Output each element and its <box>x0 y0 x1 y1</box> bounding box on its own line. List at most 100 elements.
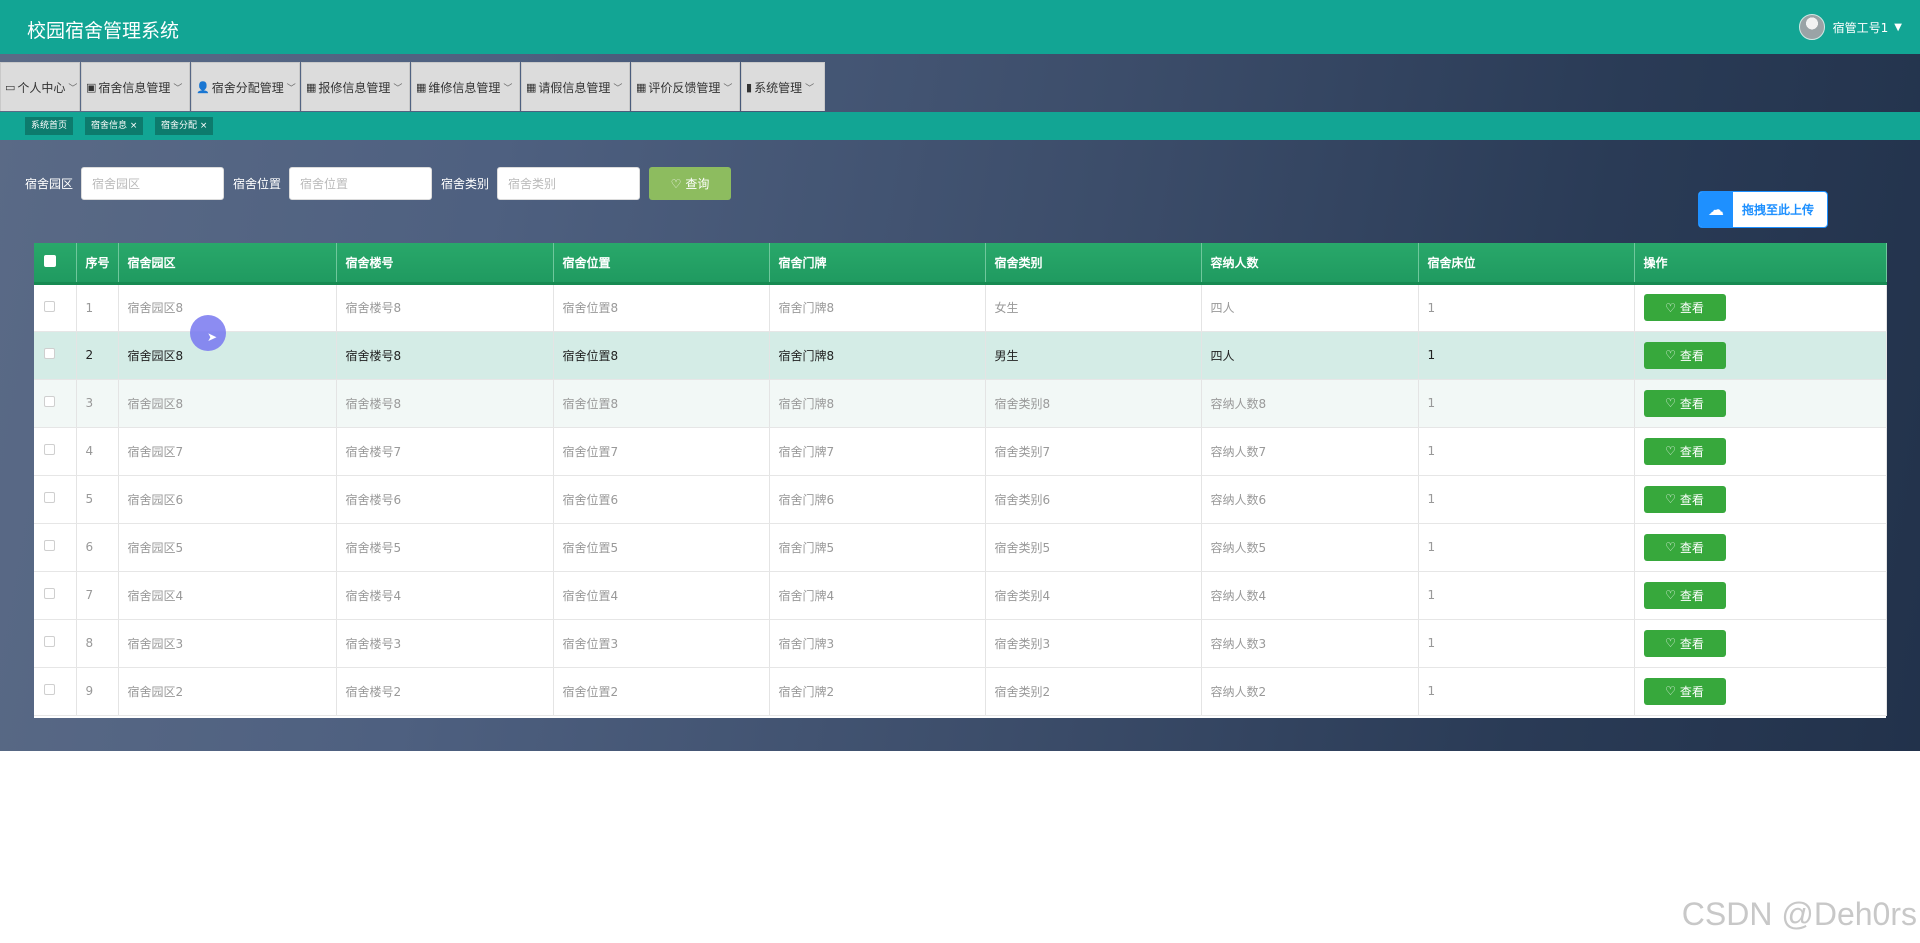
table-cell: 宿舍类别4 <box>985 571 1202 620</box>
table-cell: 宿舍位置7 <box>553 427 770 476</box>
search-button[interactable]: ♡ 查询 <box>649 167 732 200</box>
row-select-cell[interactable] <box>34 523 77 572</box>
table-cell: 宿舍楼号2 <box>336 667 554 716</box>
tab-strip: 系统首页 宿舍信息 × 宿舍分配 × <box>0 112 1920 140</box>
table-cell: 3 <box>76 379 119 428</box>
action-cell: ♡ 查看 <box>1634 283 1887 332</box>
table-cell: 容纳人数7 <box>1201 427 1419 476</box>
row-select-cell[interactable] <box>34 379 77 428</box>
column-header: 宿舍楼号 <box>336 243 554 285</box>
menu-item[interactable]: 👤 宿舍分配管理 ﹀ <box>191 62 300 111</box>
table-row[interactable]: 9 宿舍园区2 宿舍楼号2 宿舍位置2 宿舍门牌2 宿舍类别2 容纳人数2 1 ♡ 查看 <box>34 667 1887 716</box>
menu-item[interactable]: ▭ 个人中心 ﹀ <box>0 62 80 111</box>
type-search-input[interactable] <box>497 167 641 200</box>
menu-item[interactable]: ▦ 维修信息管理 ﹀ <box>411 62 520 111</box>
table-cell: 宿舍园区4 <box>118 571 337 620</box>
table-row[interactable]: 2 宿舍园区8 宿舍楼号8 宿舍位置8 宿舍门牌8 男生 四人 1 ♡ 查看 <box>34 331 1887 380</box>
table-cell: 4 <box>76 427 119 476</box>
view-button-label: 查看 <box>1679 444 1704 459</box>
heart-icon: ♡ <box>1665 636 1676 650</box>
row-checkbox[interactable] <box>44 348 55 359</box>
row-select-cell[interactable] <box>34 571 77 620</box>
view-button-label: 查看 <box>1679 540 1704 555</box>
table-cell: 宿舍门牌5 <box>769 523 986 572</box>
tab-home[interactable]: 系统首页 <box>25 117 74 135</box>
table-row[interactable]: 1 宿舍园区8 宿舍楼号8 宿舍位置8 宿舍门牌8 女生 四人 1 ♡ 查看 <box>34 283 1887 332</box>
table-cell: 宿舍楼号7 <box>336 427 554 476</box>
location-search-input[interactable] <box>289 167 433 200</box>
row-checkbox[interactable] <box>44 396 55 407</box>
table-cell: 容纳人数8 <box>1201 379 1419 428</box>
table-cell: 男生 <box>985 331 1202 380</box>
upload-dropzone[interactable]: ☁ 拖拽至此上传 <box>1698 191 1828 228</box>
view-button[interactable]: ♡ 查看 <box>1643 629 1726 657</box>
user-name[interactable]: 宿管工号1 <box>1833 19 1889 36</box>
tab-dorm-assign[interactable]: 宿舍分配 × <box>155 117 214 135</box>
row-select-cell[interactable] <box>34 619 77 668</box>
table-cell: 宿舍园区8 <box>118 379 337 428</box>
menu-item-label: 请假信息管理 <box>538 80 611 95</box>
menu-item[interactable]: ▦ 请假信息管理 ﹀ <box>521 62 630 111</box>
view-button[interactable]: ♡ 查看 <box>1643 437 1726 465</box>
table-cell: 容纳人数5 <box>1201 523 1419 572</box>
view-button[interactable]: ♡ 查看 <box>1643 533 1726 561</box>
select-all-checkbox[interactable] <box>44 254 56 267</box>
table-cell: 四人 <box>1201 331 1419 380</box>
menu-item[interactable]: ▣ 宿舍信息管理 ﹀ <box>81 62 190 111</box>
table-row[interactable]: 7 宿舍园区4 宿舍楼号4 宿舍位置4 宿舍门牌4 宿舍类别4 容纳人数4 1 ♡ 查看 <box>34 571 1887 620</box>
table-cell: 宿舍楼号8 <box>336 331 554 380</box>
heart-icon: ♡ <box>1665 348 1676 362</box>
table-cell: 宿舍类别5 <box>985 523 1202 572</box>
row-checkbox[interactable] <box>44 300 55 312</box>
menu-item[interactable]: ▦ 评价反馈管理 ﹀ <box>631 62 740 111</box>
menu-item[interactable]: ▦ 报修信息管理 ﹀ <box>301 62 410 111</box>
table-cell: 1 <box>76 283 119 332</box>
select-all-cell[interactable] <box>34 243 77 285</box>
row-checkbox[interactable] <box>44 684 55 695</box>
view-button[interactable]: ♡ 查看 <box>1643 294 1726 321</box>
menu-item-label: 个人中心 <box>17 80 66 95</box>
table-cell: 宿舍类别2 <box>985 667 1202 716</box>
view-button[interactable]: ♡ 查看 <box>1643 485 1726 513</box>
tab-dorm-info[interactable]: 宿舍信息 × <box>85 117 144 135</box>
view-button[interactable]: ♡ 查看 <box>1643 341 1726 369</box>
chevron-down-icon: ﹀ <box>68 83 78 94</box>
heart-icon: ♡ <box>670 176 682 191</box>
menu-item-label: 评价反馈管理 <box>648 80 721 95</box>
row-select-cell[interactable] <box>34 331 77 380</box>
user-menu[interactable]: 宿管工号1 ▼ <box>1798 14 1902 40</box>
row-checkbox[interactable] <box>44 492 55 503</box>
row-checkbox[interactable] <box>44 588 55 599</box>
row-checkbox[interactable] <box>44 636 55 647</box>
view-button[interactable]: ♡ 查看 <box>1643 677 1726 705</box>
row-select-cell[interactable] <box>34 427 77 476</box>
avatar[interactable] <box>1798 14 1825 40</box>
table-row[interactable]: 8 宿舍园区3 宿舍楼号3 宿舍位置3 宿舍门牌3 宿舍类别3 容纳人数3 1 ♡ 查看 <box>34 619 1887 668</box>
caret-down-icon[interactable]: ▼ <box>1894 22 1902 33</box>
menu-item-label: 系统管理 <box>754 80 803 95</box>
table-cell: 7 <box>76 571 119 620</box>
row-select-cell[interactable] <box>34 667 77 716</box>
campus-search-input[interactable] <box>81 167 225 200</box>
row-select-cell[interactable] <box>34 283 77 332</box>
table-row[interactable]: 6 宿舍园区5 宿舍楼号5 宿舍位置5 宿舍门牌5 宿舍类别5 容纳人数5 1 ♡ 查看 <box>34 523 1887 572</box>
menu-item[interactable]: ▮ 系统管理 ﹀ <box>741 62 825 111</box>
view-button[interactable]: ♡ 查看 <box>1643 389 1726 417</box>
table-row[interactable]: 3 宿舍园区8 宿舍楼号8 宿舍位置8 宿舍门牌8 宿舍类别8 容纳人数8 1 ♡ 查看 <box>34 379 1887 428</box>
table-cell: 容纳人数6 <box>1201 475 1419 524</box>
column-header: 宿舍位置 <box>553 243 770 285</box>
menu-item-label: 宿舍信息管理 <box>98 80 171 95</box>
search-button-label: 查询 <box>685 177 710 191</box>
table-cell: 1 <box>1418 619 1635 668</box>
table-cell: 宿舍门牌6 <box>769 475 986 524</box>
table-row[interactable]: 5 宿舍园区6 宿舍楼号6 宿舍位置6 宿舍门牌6 宿舍类别6 容纳人数6 1 ♡ 查看 <box>34 475 1887 524</box>
table-row[interactable]: 4 宿舍园区7 宿舍楼号7 宿舍位置7 宿舍门牌7 宿舍类别7 容纳人数7 1 ♡ 查看 <box>34 427 1887 476</box>
heart-icon: ♡ <box>1665 396 1676 410</box>
row-select-cell[interactable] <box>34 475 77 524</box>
row-checkbox[interactable] <box>44 540 55 551</box>
action-cell: ♡ 查看 <box>1634 427 1887 476</box>
action-cell: ♡ 查看 <box>1634 379 1887 428</box>
table-cell: 宿舍楼号4 <box>336 571 554 620</box>
row-checkbox[interactable] <box>44 444 55 455</box>
view-button[interactable]: ♡ 查看 <box>1643 581 1726 609</box>
